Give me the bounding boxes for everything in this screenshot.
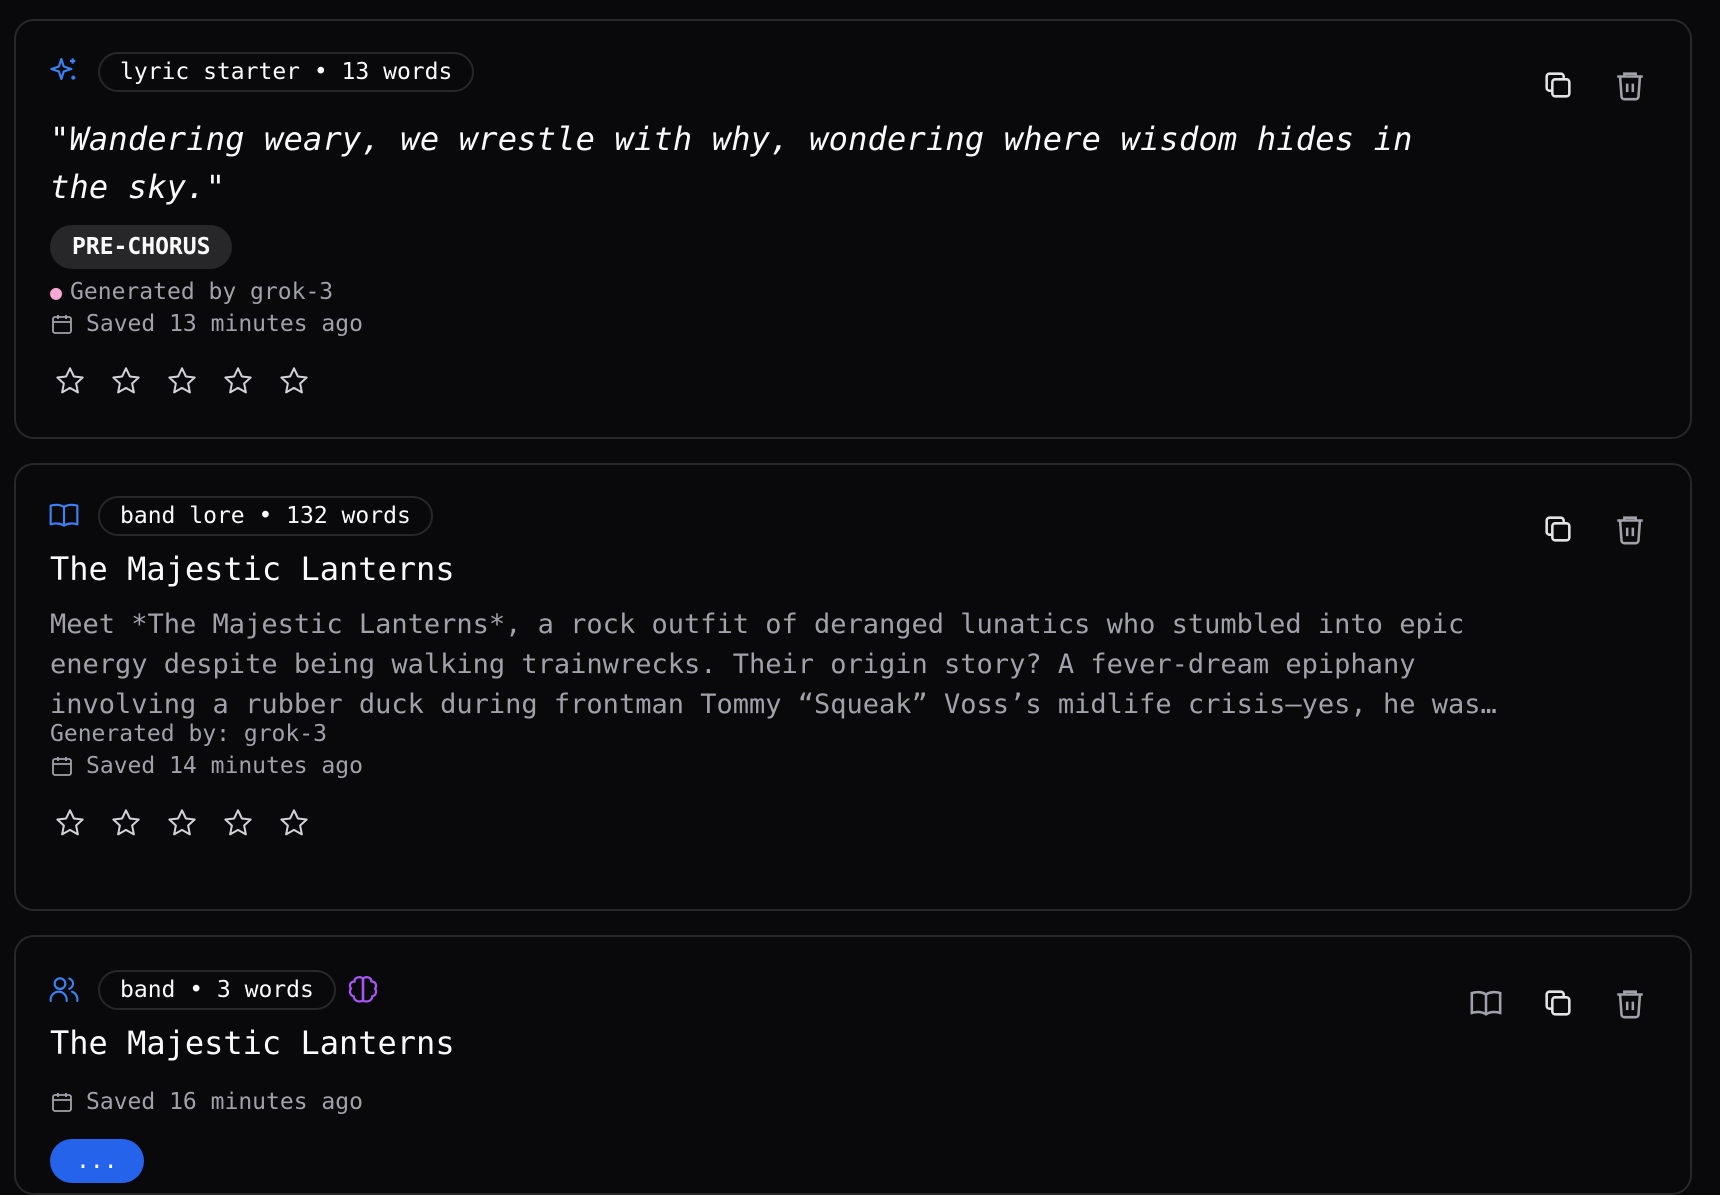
calendar-icon	[52, 315, 72, 334]
users-icon	[48, 973, 80, 1005]
saved-info: Saved 14 minutes ago	[50, 753, 363, 779]
book-open-icon	[1470, 990, 1502, 1016]
saved-label: Saved 14 minutes ago	[86, 753, 363, 779]
copy-button[interactable]	[1536, 981, 1580, 1025]
saved-info: Saved 13 minutes ago	[50, 311, 363, 337]
star-icon[interactable]	[278, 807, 310, 839]
star-icon[interactable]	[54, 807, 86, 839]
sparkles-icon	[48, 55, 80, 87]
delete-button[interactable]	[1608, 507, 1652, 551]
brain-icon[interactable]	[346, 973, 380, 1007]
star-icon[interactable]	[222, 807, 254, 839]
rating-stars	[54, 807, 310, 839]
saved-info: Saved 16 minutes ago	[50, 1089, 363, 1115]
type-pill: band • 3 words	[98, 970, 336, 1010]
generated-by-label: Generated by grok-3	[70, 279, 334, 305]
generated-by: ● Generated by grok-3	[50, 279, 333, 305]
band-title: The Majestic Lanterns	[50, 1024, 455, 1062]
section-tag: PRE-CHORUS	[50, 225, 233, 269]
trash-icon	[1617, 990, 1643, 1019]
generated-by-label: Generated by: grok-3	[50, 721, 327, 747]
star-icon[interactable]	[110, 365, 142, 397]
delete-button[interactable]	[1608, 63, 1652, 107]
read-button[interactable]	[1464, 981, 1508, 1025]
band-card: band • 3 words The Majestic Lanterns Sav…	[14, 935, 1692, 1195]
lore-title: The Majestic Lanterns	[50, 550, 455, 588]
trash-icon	[1617, 516, 1643, 545]
action-button[interactable]: ...	[50, 1139, 144, 1183]
book-open-icon	[48, 499, 80, 531]
star-icon[interactable]	[166, 365, 198, 397]
saved-label: Saved 16 minutes ago	[86, 1089, 363, 1115]
lyric-starter-card: lyric starter • 13 words "Wandering wear…	[14, 19, 1692, 439]
saved-label: Saved 13 minutes ago	[86, 311, 363, 337]
type-pill: band lore • 132 words	[98, 496, 433, 536]
star-icon[interactable]	[110, 807, 142, 839]
rating-stars	[54, 365, 310, 397]
star-icon[interactable]	[54, 365, 86, 397]
star-icon[interactable]	[222, 365, 254, 397]
calendar-icon	[52, 757, 72, 776]
trash-icon	[1617, 72, 1643, 101]
type-pill: lyric starter • 13 words	[98, 52, 475, 92]
copy-icon	[1545, 72, 1571, 98]
copy-button[interactable]	[1536, 63, 1580, 107]
calendar-icon	[52, 1093, 72, 1112]
star-icon[interactable]	[166, 807, 198, 839]
brain-emoji-icon: ●	[50, 280, 63, 304]
copy-icon	[1545, 990, 1571, 1016]
delete-button[interactable]	[1608, 981, 1652, 1025]
copy-icon	[1545, 516, 1571, 542]
lore-body: Meet *The Majestic Lanterns*, a rock out…	[50, 609, 1497, 720]
star-icon[interactable]	[278, 365, 310, 397]
lyric-quote: "Wandering weary, we wrestle with why, w…	[50, 120, 1413, 206]
band-lore-card: band lore • 132 words The Majestic Lante…	[14, 463, 1692, 911]
copy-button[interactable]	[1536, 507, 1580, 551]
